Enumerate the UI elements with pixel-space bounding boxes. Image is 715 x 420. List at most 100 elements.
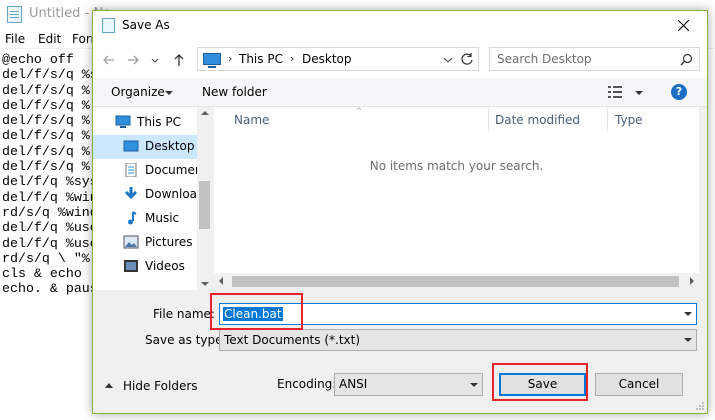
up-button[interactable] [171, 52, 187, 68]
search-icon [680, 53, 693, 66]
search-box[interactable]: Search Desktop [489, 47, 700, 71]
nav-item-label: Downloa [145, 187, 198, 201]
nav-item-documents[interactable]: Documer [93, 159, 200, 183]
address-bar[interactable]: › This PC › Desktop [197, 47, 479, 71]
videos-icon [124, 260, 138, 272]
notepad-text-area[interactable]: @echo off del/f/s/q %s del/f/s/q % del/f/s/… [2, 52, 98, 297]
scroll-up-icon[interactable] [201, 111, 209, 115]
menu-edit[interactable]: Edit [38, 32, 61, 46]
hide-folders-label: Hide Folders [123, 379, 198, 393]
column-date-modified[interactable]: Date modified [495, 113, 580, 127]
save-as-type-value: Text Documents (*.txt) [224, 333, 361, 347]
desktop-icon [123, 140, 139, 152]
notepad-line: del/f/s/q %s [2, 67, 98, 83]
notepad-line: del/f/s/q % [2, 143, 90, 159]
nav-item-label: Videos [145, 259, 185, 273]
refresh-icon[interactable] [460, 52, 474, 66]
notepad-line: del/f/q %use [2, 235, 98, 251]
notepad-line: del/f/q %win [2, 189, 98, 205]
nav-item-label: Desktop [145, 139, 195, 153]
chevron-up-icon [105, 383, 113, 388]
pictures-icon [123, 235, 139, 249]
nav-item-pictures[interactable]: Pictures [93, 231, 197, 255]
nav-item-label: Pictures [145, 235, 193, 249]
nav-item-desktop[interactable]: Desktop [93, 135, 197, 159]
notepad-icon [102, 18, 115, 33]
scroll-down-icon[interactable] [201, 282, 209, 286]
column-type[interactable]: Type [615, 113, 643, 127]
dialog-title-bar: Save As [93, 11, 707, 40]
horizontal-scrollbar[interactable] [214, 273, 699, 290]
computer-icon [203, 53, 221, 68]
nav-item-label: This PC [137, 115, 181, 129]
cancel-button[interactable]: Cancel [595, 373, 683, 396]
notepad-line: @echo off [2, 52, 74, 67]
chevron-down-icon[interactable] [684, 338, 692, 342]
encoding-select[interactable]: ANSI [334, 373, 483, 396]
chevron-down-icon[interactable] [684, 312, 692, 316]
nav-item-label: Music [145, 211, 180, 225]
scroll-left-icon[interactable] [219, 277, 223, 285]
navigation-bar: › This PC › Desktop Search Desktop [93, 40, 707, 78]
nav-item-videos[interactable]: Videos [93, 255, 197, 279]
file-list[interactable]: ^ Name Date modified Type No items match… [214, 107, 699, 290]
view-options-icon[interactable] [608, 86, 622, 98]
hide-folders-button[interactable]: Hide Folders [103, 378, 203, 396]
chevron-down-icon[interactable] [443, 56, 453, 64]
notepad-line: del/f/s/q % [2, 97, 90, 113]
new-folder-button[interactable]: New folder [202, 85, 267, 99]
chevron-down-icon [165, 91, 173, 95]
download-icon [124, 187, 138, 200]
notepad-line: echo. & paus [2, 281, 98, 297]
document-icon [125, 163, 137, 177]
chevron-down-icon[interactable] [470, 383, 478, 387]
notepad-line: del/f/q %use [2, 220, 98, 236]
notepad-line: del/f/s/q % [2, 82, 90, 98]
file-name-label: File name: [153, 307, 215, 321]
close-icon [678, 20, 689, 31]
recent-locations-button[interactable] [147, 52, 163, 68]
menu-file[interactable]: File [5, 32, 25, 46]
scroll-right-icon[interactable] [690, 277, 694, 285]
command-bar: Organize New folder ? [93, 78, 707, 107]
notepad-line: del/f/s/q % [2, 113, 90, 129]
chevron-down-icon[interactable] [635, 91, 643, 95]
nav-item-this-pc[interactable]: This PC [93, 111, 197, 135]
search-input[interactable]: Search Desktop [497, 52, 592, 66]
forward-button[interactable] [125, 52, 141, 68]
column-divider[interactable] [607, 107, 608, 132]
notepad-line: cls & echo ( [2, 266, 98, 282]
nav-item-label: Documer [145, 163, 200, 177]
empty-message: No items match your search. [369, 159, 544, 173]
save-button-highlight [492, 363, 588, 401]
close-button[interactable] [661, 11, 707, 40]
save-as-type-select[interactable]: Text Documents (*.txt) [219, 329, 697, 351]
notepad-line: rd/s/q \ "% [2, 250, 90, 266]
computer-icon [115, 115, 131, 128]
column-divider[interactable] [488, 107, 489, 132]
navpane-scrollbar[interactable] [197, 107, 212, 290]
breadcrumb-separator-icon: › [228, 52, 233, 65]
nav-item-music[interactable]: Music [93, 207, 197, 231]
notepad-line: del/f/s/q % [2, 159, 90, 175]
column-name[interactable]: Name [234, 113, 269, 127]
organize-button[interactable]: Organize [111, 85, 165, 99]
arrow-right-icon [128, 55, 139, 65]
scroll-thumb[interactable] [199, 181, 210, 229]
breadcrumb-desktop[interactable]: Desktop [302, 52, 352, 66]
chevron-down-icon [151, 58, 159, 63]
arrow-left-icon [103, 55, 114, 65]
notepad-line: del/f/q %sys [2, 174, 98, 190]
help-icon[interactable]: ? [671, 84, 687, 100]
notepad-icon [7, 6, 22, 23]
breadcrumb-separator-icon: › [290, 52, 295, 65]
save-as-dialog: Save As › This PC › Desktop Search Deskt… [92, 10, 708, 414]
arrow-up-icon [174, 54, 184, 66]
nav-item-downloads[interactable]: Downloa [93, 183, 197, 207]
breadcrumb-this-pc[interactable]: This PC [239, 52, 283, 66]
save-as-type-label: Save as type: [145, 333, 227, 347]
music-icon [128, 211, 137, 225]
back-button[interactable] [101, 52, 117, 68]
scroll-thumb[interactable] [232, 276, 679, 287]
resize-grip-icon[interactable] [695, 401, 705, 411]
